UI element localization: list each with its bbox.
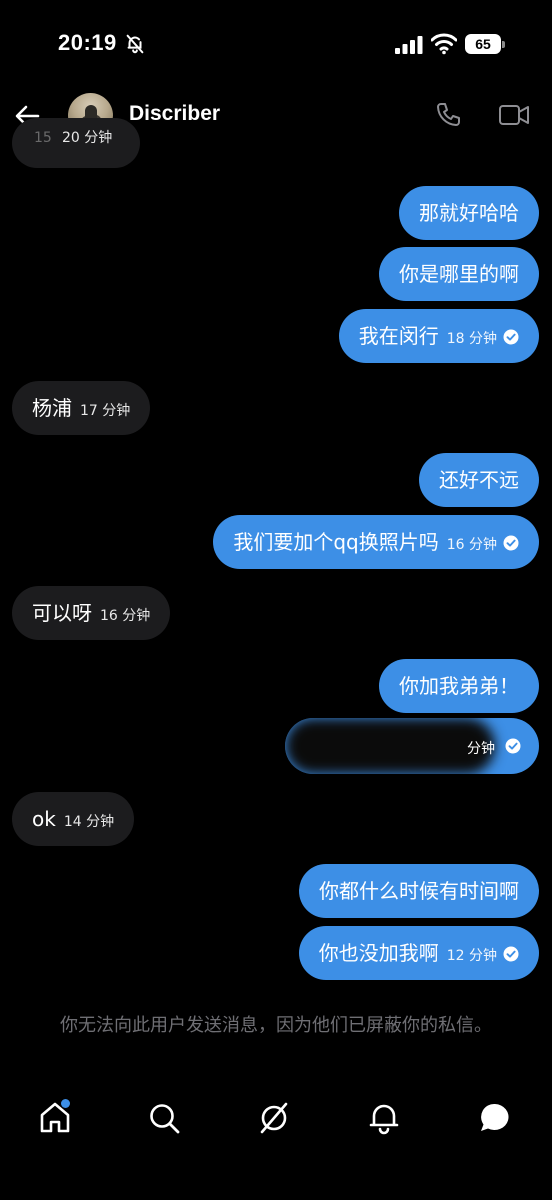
notifications-icon[interactable] [366, 1100, 402, 1136]
message-text: 我们要加个qq换照片吗 [233, 530, 439, 554]
read-check-icon [503, 946, 519, 962]
message-sent-redacted[interactable]: 分钟 [285, 718, 539, 774]
message-text: 杨浦 [32, 396, 72, 420]
message-time: 20 分钟 [62, 130, 113, 146]
message-text: 你加我弟弟！ [399, 674, 519, 698]
read-check-icon [503, 329, 519, 345]
messages-icon[interactable] [477, 1100, 513, 1136]
message-text: 15 [34, 130, 52, 146]
blocked-notice: 你无法向此用户发送消息，因为他们已屏蔽你的私信。 [60, 1015, 492, 1036]
message-sent[interactable]: 还好不远 [419, 453, 539, 507]
message-text: 你是哪里的啊 [399, 262, 519, 286]
message-received[interactable]: 可以呀 16 分钟 [12, 586, 171, 640]
message-time: 18 分钟 [446, 331, 497, 347]
message-time: 17 分钟 [80, 403, 131, 419]
home-unread-dot [61, 1099, 70, 1108]
message-received-partial[interactable]: 15 20 分钟 [12, 118, 140, 168]
message-text: ok [32, 807, 56, 831]
message-text: 还好不远 [439, 468, 519, 492]
message-text: 我在闵行 [358, 324, 439, 348]
search-icon[interactable] [146, 1100, 182, 1136]
message-received[interactable]: ok 14 分钟 [12, 792, 135, 846]
message-sent[interactable]: 你是哪里的啊 [379, 247, 539, 301]
message-time: 14 分钟 [63, 814, 115, 830]
message-time: 12 分钟 [446, 948, 497, 964]
explore-icon[interactable] [256, 1100, 292, 1136]
message-sent[interactable]: 我们要加个qq换照片吗 16 分钟 [213, 515, 539, 569]
message-time: 16 分钟 [446, 537, 497, 553]
read-check-icon [505, 738, 521, 754]
message-text: 那就好哈哈 [419, 201, 519, 225]
message-text: 你都什么时候有时间啊 [319, 879, 519, 903]
bottom-nav [0, 1080, 552, 1160]
read-check-icon [503, 535, 519, 551]
message-sent[interactable]: 你都什么时候有时间啊 [299, 864, 539, 918]
message-time: 分钟 [467, 741, 495, 757]
message-received[interactable]: 杨浦 17 分钟 [12, 381, 151, 435]
message-time: 16 分钟 [100, 608, 151, 624]
message-text: 你也没加我啊 [318, 941, 439, 965]
message-text: 可以呀 [32, 601, 92, 625]
message-sent[interactable]: 你也没加我啊 12 分钟 [298, 926, 539, 980]
message-sent[interactable]: 你加我弟弟！ [379, 659, 539, 713]
redaction-blur [285, 718, 495, 774]
message-sent[interactable]: 我在闵行 18 分钟 [338, 309, 539, 363]
message-sent[interactable]: 那就好哈哈 [399, 186, 539, 240]
